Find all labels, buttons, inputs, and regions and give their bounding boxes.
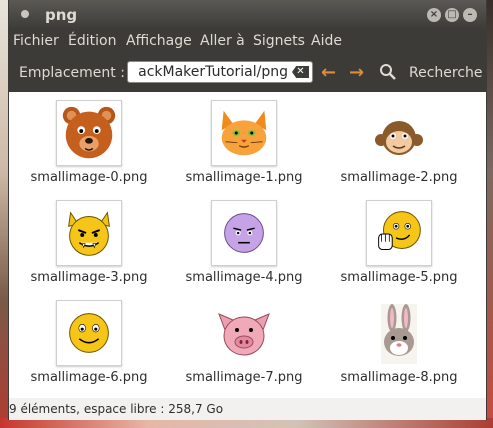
file-item[interactable]: smallimage-7.png — [164, 292, 319, 392]
clear-location-icon[interactable]: ✕ — [292, 66, 309, 78]
smiley-face-icon — [56, 300, 122, 366]
location-toolbar: Emplacement : ackMakerTutorial/png ✕ ← →… — [9, 54, 486, 92]
bunny-face-icon — [366, 300, 432, 366]
file-item[interactable]: smallimage-5.png — [319, 192, 474, 292]
monkey-face-icon — [366, 100, 432, 166]
forward-arrow-icon[interactable]: → — [349, 62, 364, 83]
menu-signets[interactable]: Signets — [253, 33, 305, 49]
file-name[interactable]: smallimage-1.png — [164, 170, 324, 185]
devil-face-icon — [56, 200, 122, 266]
menu-edition[interactable]: Édition — [68, 33, 116, 49]
menu-affichage[interactable]: Affichage — [126, 33, 192, 49]
bear-face-icon — [56, 100, 122, 166]
file-item[interactable]: smallimage-3.png — [9, 192, 164, 292]
file-name[interactable]: smallimage-8.png — [319, 370, 479, 385]
back-arrow-icon[interactable]: ← — [321, 62, 336, 83]
file-name[interactable]: smallimage-7.png — [164, 370, 324, 385]
location-label: Emplacement : — [19, 65, 125, 81]
menu-fichier[interactable]: Fichier — [13, 33, 59, 49]
minimize-window-button[interactable]: – — [463, 8, 477, 22]
file-name[interactable]: smallimage-2.png — [319, 170, 479, 185]
window-title: png — [45, 6, 78, 24]
window-menu-icon[interactable] — [21, 10, 29, 18]
sad-purple-face-icon — [211, 200, 277, 266]
waving-smiley-icon — [366, 200, 432, 266]
menu-aller-a[interactable]: Aller à — [200, 33, 245, 49]
menu-bar: Fichier Édition Affichage Aller à Signet… — [9, 30, 486, 54]
file-item[interactable]: smallimage-6.png — [9, 292, 164, 392]
location-field[interactable]: ackMakerTutorial/png ✕ — [127, 61, 313, 83]
file-name[interactable]: smallimage-5.png — [319, 270, 479, 285]
file-item[interactable]: smallimage-4.png — [164, 192, 319, 292]
search-label[interactable]: Recherche — [409, 65, 483, 81]
status-text: 9 éléments, espace libre : 258,7 Go — [9, 402, 224, 416]
status-bar: 9 éléments, espace libre : 258,7 Go — [9, 398, 486, 420]
file-name[interactable]: smallimage-6.png — [9, 370, 169, 385]
file-name[interactable]: smallimage-4.png — [164, 270, 324, 285]
file-name[interactable]: smallimage-0.png — [9, 170, 169, 185]
file-item[interactable]: smallimage-2.png — [319, 92, 474, 192]
file-item[interactable]: smallimage-1.png — [164, 92, 319, 192]
file-icon-view[interactable]: smallimage-0.png smallimage-1.png smalli… — [9, 92, 486, 398]
close-window-button[interactable]: × — [427, 8, 441, 22]
menu-aide[interactable]: Aide — [311, 33, 342, 49]
file-item[interactable]: smallimage-0.png — [9, 92, 164, 192]
title-bar[interactable]: png × □ – — [9, 0, 486, 30]
file-manager-window: png × □ – Fichier Édition Affichage Alle… — [8, 0, 487, 420]
file-item[interactable]: smallimage-8.png — [319, 292, 474, 392]
search-icon[interactable] — [379, 63, 397, 81]
pig-face-icon — [211, 300, 277, 366]
file-name[interactable]: smallimage-3.png — [9, 270, 169, 285]
cat-face-icon — [211, 100, 277, 166]
location-path[interactable]: ackMakerTutorial/png — [138, 64, 288, 80]
desktop-background-left — [0, 0, 8, 428]
maximize-window-button[interactable]: □ — [445, 8, 459, 22]
